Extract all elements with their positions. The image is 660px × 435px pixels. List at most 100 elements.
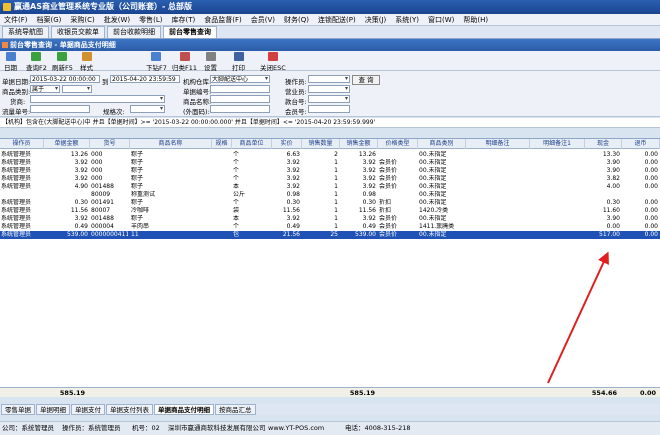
warehouse-select[interactable]: 大脚配送中心 xyxy=(210,75,270,83)
toolbar-button[interactable]: 刷新F5 xyxy=(52,52,73,72)
menu-item[interactable]: 文件(F) xyxy=(4,15,28,25)
table-cell xyxy=(586,191,620,199)
query-icon xyxy=(2,42,8,48)
window-tab[interactable]: 前台零售查询 xyxy=(163,26,217,38)
menu-item[interactable]: 库存(T) xyxy=(172,15,196,25)
menu-item[interactable]: 系统(Y) xyxy=(395,15,419,25)
menu-item[interactable]: 批发(W) xyxy=(104,15,130,25)
column-header[interactable]: 销售金额 xyxy=(340,139,378,149)
menu-item[interactable]: 窗口(W) xyxy=(428,15,454,25)
category-op-select[interactable]: 属于 xyxy=(30,85,60,93)
table-cell: 会员价 xyxy=(379,215,398,222)
grid-header: 操作员 单据金额 货号 商品名称 规格 商品单位 实价 销售数量 销售金额 价格类型 商品类别 明细备… xyxy=(0,139,660,149)
table-cell xyxy=(1,191,42,199)
table-row[interactable]: 系统管理员 0.49 000004 羊肉串个 0.49 1 0.49 会员价 1411.熏腌类 0… xyxy=(0,223,660,231)
window-tab[interactable]: 系统导航图 xyxy=(2,26,49,38)
table-row[interactable]: 系统管理员 13.26 000 粽子个 6.63 2 13.26 00.未指定 13.30 0.0… xyxy=(0,151,660,159)
bottom-tab[interactable]: 单据明细 xyxy=(36,404,70,415)
table-row[interactable]: 系统管理员 539.00 0000000411 11 包 21.56 25 539.00 会员价… xyxy=(0,231,660,239)
menu-item[interactable]: 档案(G) xyxy=(37,15,62,25)
table-cell xyxy=(379,191,416,199)
menu-item[interactable]: 帮助(H) xyxy=(463,15,488,25)
column-header[interactable]: 规格 xyxy=(212,139,232,149)
bottom-tab[interactable]: 零售单据 xyxy=(1,404,35,415)
toolbar-button[interactable]: 日期 xyxy=(4,52,17,72)
toolbar-button[interactable]: 关闭ESC xyxy=(260,52,286,72)
bottom-tab[interactable]: 单据支付 xyxy=(71,404,105,415)
table-cell xyxy=(467,215,528,223)
menu-item[interactable]: 会员(V) xyxy=(251,15,275,25)
product-name-input[interactable] xyxy=(210,95,270,103)
column-header[interactable]: 现金 xyxy=(585,139,622,149)
table-cell xyxy=(531,207,583,215)
column-header[interactable]: 价格类型 xyxy=(378,139,418,149)
table-cell: 3.90 xyxy=(606,159,620,166)
column-header[interactable]: 明细备注1 xyxy=(530,139,585,149)
doc-no-input[interactable] xyxy=(210,85,270,93)
table-cell: 3.92 xyxy=(362,175,376,182)
column-header[interactable]: 货号 xyxy=(90,139,130,149)
toolbar-button[interactable]: 样式 xyxy=(80,52,93,72)
toolbar-button[interactable]: 查询F2 xyxy=(26,52,47,72)
toolbar-button[interactable]: 打印 xyxy=(232,52,245,72)
bottom-tab[interactable]: 单据商品支付明细 xyxy=(154,404,214,415)
table-cell: 11.56 xyxy=(70,207,88,214)
supplier-select[interactable] xyxy=(30,95,165,103)
category-select[interactable] xyxy=(62,85,92,93)
toolbar-button[interactable]: 归类F11 xyxy=(172,52,197,72)
table-cell xyxy=(379,151,416,159)
table-cell: 系统管理员 xyxy=(1,167,32,174)
column-header[interactable]: 单据金额 xyxy=(44,139,90,149)
table-row[interactable]: 系统管理员 11.56 80007 冷咖啡袋 11.56 1 11.56 折扣 1420.冷类 1… xyxy=(0,207,660,215)
menu-item[interactable]: 财务(Q) xyxy=(284,15,309,25)
table-cell: 000 xyxy=(91,159,103,166)
column-header[interactable]: 商品名称 xyxy=(130,139,212,149)
column-header[interactable]: 销售数量 xyxy=(302,139,340,149)
barcode-input[interactable] xyxy=(30,105,90,113)
table-cell: 3.92 xyxy=(362,167,376,174)
table-cell: 系统管理员 xyxy=(1,199,32,206)
window-tab[interactable]: 收银员交款单 xyxy=(51,26,105,38)
table-cell: 0.30 xyxy=(286,199,300,206)
bottom-tab[interactable]: 按商品汇总 xyxy=(215,404,256,415)
column-header[interactable]: 商品单位 xyxy=(232,139,272,149)
column-header[interactable]: 实价 xyxy=(272,139,302,149)
toolbar-button[interactable]: 设置 xyxy=(204,52,217,72)
salesperson-select[interactable] xyxy=(308,85,350,93)
table-cell: 个 xyxy=(233,199,240,206)
table-row[interactable]: 80009 称重测试 公斤 0.98 1 0.98 00.未指定 xyxy=(0,191,660,199)
query-button[interactable]: 查 询 xyxy=(352,75,380,85)
column-header[interactable]: 明细备注 xyxy=(466,139,530,149)
column-header[interactable]: 操作员 xyxy=(0,139,44,149)
drill-down-icon xyxy=(151,52,162,61)
bottom-tab[interactable]: 单据支付列表 xyxy=(106,404,153,415)
table-cell: 4.90 xyxy=(74,183,88,190)
menu-item[interactable]: 连锁配送(P) xyxy=(318,15,356,25)
table-cell xyxy=(531,175,583,183)
member-input[interactable] xyxy=(308,105,350,113)
spec-select[interactable] xyxy=(130,105,165,113)
operator-select[interactable] xyxy=(308,75,350,83)
cashier-select[interactable] xyxy=(308,95,350,103)
table-row[interactable]: 系统管理员 3.92 001488 粽子本 3.92 1 3.92 会员价 00.未指定 3.90… xyxy=(0,215,660,223)
date-from-input[interactable]: 2015-03-22 00:00:00 xyxy=(30,75,100,83)
menu-item[interactable]: 采购(C) xyxy=(70,15,94,25)
table-row[interactable]: 系统管理员 3.92 000 粽子个 3.92 1 3.92 会员价 00.未指定 3.90 0.0… xyxy=(0,159,660,167)
menu-item[interactable]: 决策(J) xyxy=(365,15,387,25)
column-header[interactable]: 商品类别 xyxy=(418,139,466,149)
table-row[interactable]: 系统管理员 0.30 001491 粽子个 0.30 1 0.30 折扣 00.未指定 0.30 0… xyxy=(0,199,660,207)
window-tab[interactable]: 前台收款明细 xyxy=(107,26,161,38)
table-row[interactable]: 系统管理员 4.90 001488 粽子本 3.92 1 3.92 会员价 00.未指定 4.00… xyxy=(0,183,660,191)
column-header[interactable]: 退币 xyxy=(622,139,660,149)
toolbar-button[interactable]: 下钻F7 xyxy=(146,52,167,72)
print-icon xyxy=(233,52,244,61)
table-row[interactable]: 系统管理员 3.92 000 粽子个 3.92 1 3.92 会员价 00.未指定 3.82 0.0… xyxy=(0,175,660,183)
menu-item[interactable]: 零售(L) xyxy=(139,15,162,25)
table-cell: 粽子 xyxy=(131,215,144,222)
table-cell: 0.00 xyxy=(606,223,620,230)
table-row[interactable]: 系统管理员 3.92 000 粽子个 3.92 1 3.92 会员价 00.未指定 3.90 0.0… xyxy=(0,167,660,175)
date-to-input[interactable]: 2015-04-20 23:59:59 xyxy=(110,75,180,83)
table-cell xyxy=(467,199,528,207)
menu-item[interactable]: 食品监督(F) xyxy=(204,15,242,25)
extra-input[interactable] xyxy=(210,105,270,113)
